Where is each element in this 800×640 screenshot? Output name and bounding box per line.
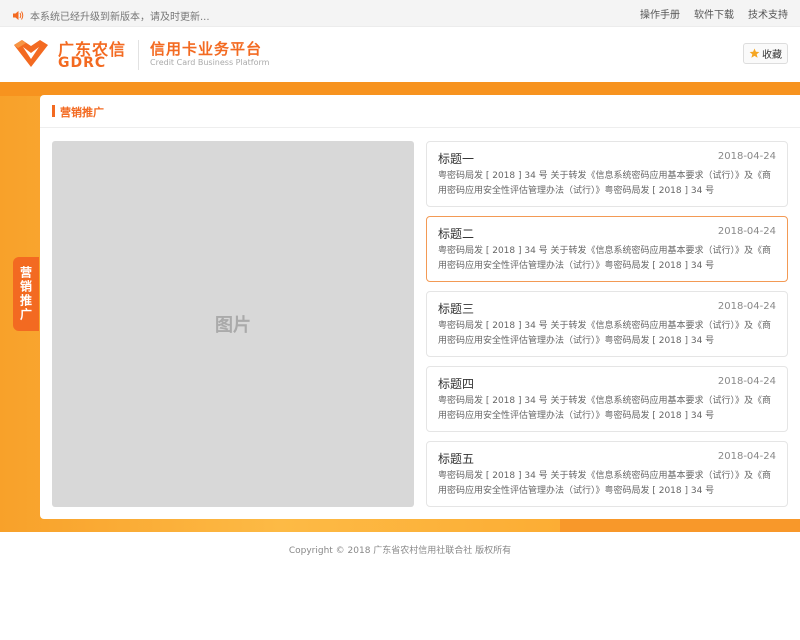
news-date: 2018-04-24 (717, 451, 776, 462)
download-link[interactable]: 软件下载 (694, 6, 734, 21)
platform-title: 信用卡业务平台 (150, 40, 263, 58)
system-notice: 本系统已经升级到新版本，请及时更新... (12, 6, 210, 25)
manual-link[interactable]: 操作手册 (640, 6, 680, 21)
news-description: 粤密码局发 [ 2018 ] 34 号 关于转发《信息系统密码应用基本要求（试行… (438, 246, 772, 271)
copyright-text: Copyright © 2018 广东省农村信用社联合社 版权所有 (288, 546, 512, 556)
footer: Copyright © 2018 广东省农村信用社联合社 版权所有 (0, 532, 800, 640)
news-item-4[interactable]: 标题四 2018-04-24 粤密码局发 [ 2018 ] 34 号 关于转发《… (426, 366, 788, 432)
news-item-5[interactable]: 标题五 2018-04-24 粤密码局发 [ 2018 ] 34 号 关于转发《… (426, 441, 788, 507)
news-list: 标题一 2018-04-24 粤密码局发 [ 2018 ] 34 号 关于转发《… (426, 141, 788, 516)
platform-subtitle: Credit Card Business Platform (150, 58, 270, 67)
top-notice-bar: 本系统已经升级到新版本，请及时更新... 操作手册 软件下载 技术支持 (0, 0, 800, 27)
news-title: 标题四 (438, 377, 475, 391)
image-placeholder-label: 图片 (215, 315, 251, 336)
favorite-label: 收藏 (762, 50, 782, 61)
star-icon (749, 44, 760, 63)
marketing-side-tab[interactable]: 营销推广 (13, 257, 39, 331)
header: 广东农信 GDRC 信用卡业务平台 Credit Card Business P… (0, 27, 800, 82)
news-item-2[interactable]: 标题二 2018-04-24 粤密码局发 [ 2018 ] 34 号 关于转发《… (426, 216, 788, 282)
news-date: 2018-04-24 (717, 301, 776, 312)
notice-text: 本系统已经升级到新版本，请及时更新... (30, 12, 210, 23)
news-description: 粤密码局发 [ 2018 ] 34 号 关于转发《信息系统密码应用基本要求（试行… (438, 321, 772, 346)
speaker-icon (12, 6, 24, 25)
news-item-1[interactable]: 标题一 2018-04-24 粤密码局发 [ 2018 ] 34 号 关于转发《… (426, 141, 788, 207)
marketing-panel: 营销推广 图片 标题一 2018-04-24 粤密码局发 [ 2018 ] 34… (40, 95, 800, 519)
news-date: 2018-04-24 (717, 376, 776, 387)
header-divider (138, 40, 139, 70)
news-title: 标题一 (438, 152, 475, 166)
news-description: 粤密码局发 [ 2018 ] 34 号 关于转发《信息系统密码应用基本要求（试行… (438, 396, 772, 421)
news-description: 粤密码局发 [ 2018 ] 34 号 关于转发《信息系统密码应用基本要求（试行… (438, 171, 772, 196)
gdrc-logo-icon (12, 39, 50, 69)
news-title: 标题二 (438, 227, 475, 241)
support-link[interactable]: 技术支持 (748, 6, 788, 21)
news-item-3[interactable]: 标题三 2018-04-24 粤密码局发 [ 2018 ] 34 号 关于转发《… (426, 291, 788, 357)
news-description: 粤密码局发 [ 2018 ] 34 号 关于转发《信息系统密码应用基本要求（试行… (438, 471, 772, 496)
favorite-button[interactable]: 收藏 (743, 43, 788, 64)
band-top-stripe (0, 82, 800, 96)
top-links: 操作手册 软件下载 技术支持 (640, 6, 788, 21)
news-date: 2018-04-24 (717, 151, 776, 162)
panel-title-marker (52, 105, 55, 117)
promo-image-placeholder[interactable]: 图片 (52, 141, 414, 507)
panel-header: 营销推广 (40, 95, 800, 128)
logo-english: GDRC (58, 55, 107, 71)
panel-title: 营销推广 (60, 106, 104, 119)
news-date: 2018-04-24 (717, 226, 776, 237)
news-title: 标题五 (438, 452, 475, 466)
news-title: 标题三 (438, 302, 475, 316)
band-bottom-stripe (560, 518, 800, 532)
